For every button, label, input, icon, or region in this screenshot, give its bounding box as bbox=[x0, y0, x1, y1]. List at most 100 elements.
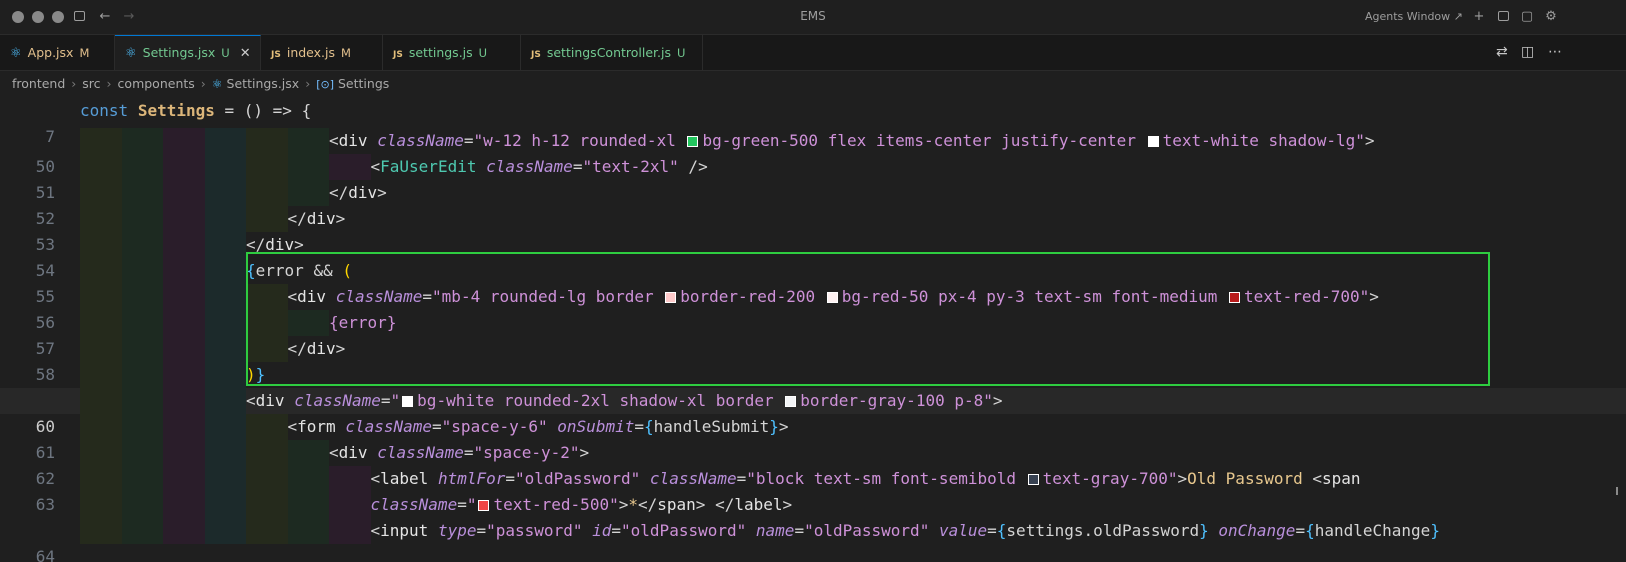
code-line: 51 <FaUserEdit className="text-2xl" /> bbox=[0, 154, 1626, 202]
color-swatch[interactable] bbox=[687, 136, 699, 147]
string: oldPassword bbox=[813, 521, 920, 540]
variable: handleChange bbox=[1314, 521, 1431, 540]
untracked-badge: U bbox=[221, 46, 230, 60]
string: text-gray-700 bbox=[1042, 469, 1168, 488]
js-icon: JS bbox=[271, 50, 281, 60]
tab-settings-js[interactable]: JS settings.js U bbox=[383, 35, 521, 70]
tab-index-js[interactable]: JS index.js M bbox=[261, 35, 383, 70]
color-swatch[interactable] bbox=[1147, 136, 1159, 147]
attr-name: className bbox=[486, 157, 573, 176]
code-line: 57 {error} bbox=[0, 310, 1626, 358]
attr-name: className bbox=[649, 469, 737, 488]
close-icon[interactable]: ✕ bbox=[240, 46, 251, 61]
layout-button[interactable] bbox=[1494, 8, 1512, 26]
chevron-right-icon: › bbox=[106, 76, 112, 91]
code-line: 61 <form className="space-y-6" onSubmit=… bbox=[0, 414, 1626, 462]
open-changes-button[interactable]: ⇄ bbox=[1496, 35, 1508, 70]
split-editor-icon: ◫ bbox=[1521, 44, 1535, 60]
more-icon: ⋯ bbox=[1548, 44, 1562, 60]
tag-name: span bbox=[657, 495, 696, 514]
string: space-y-2 bbox=[483, 443, 570, 462]
split-editor-button[interactable]: ◫ bbox=[1521, 35, 1534, 70]
string: bg-white rounded-2xl shadow-xl border bbox=[417, 391, 784, 410]
settings-button[interactable]: ⚙ bbox=[1542, 8, 1560, 26]
attr-name: id bbox=[592, 521, 612, 540]
code-line: 52 </div> bbox=[0, 180, 1626, 228]
git-compare-icon: ⇄ bbox=[1496, 44, 1508, 60]
agents-window-link[interactable]: Agents Window ↗ bbox=[1365, 10, 1463, 23]
operator: && bbox=[303, 261, 343, 280]
title-bar: ← → EMS Agents Window ↗ + ▢ ⚙ bbox=[0, 0, 1626, 35]
layout-icon bbox=[1497, 11, 1509, 21]
color-swatch[interactable] bbox=[478, 500, 490, 511]
string: text-2xl bbox=[592, 157, 670, 176]
color-swatch[interactable] bbox=[785, 396, 797, 407]
modified-badge: M bbox=[341, 46, 351, 60]
breadcrumb-item[interactable]: src bbox=[82, 76, 100, 91]
code-line: 64 <input type="password" id="oldPasswor… bbox=[0, 518, 1626, 562]
scrollbar-marker[interactable] bbox=[1616, 487, 1618, 495]
identifier: Settings bbox=[137, 101, 215, 120]
attr-name: className bbox=[335, 287, 423, 306]
chat-button[interactable]: ▢ bbox=[1518, 8, 1536, 26]
chevron-right-icon: › bbox=[305, 76, 311, 91]
attr-name: className bbox=[345, 417, 433, 436]
tag-name: div bbox=[348, 183, 378, 202]
more-actions-button[interactable]: ⋯ bbox=[1548, 35, 1562, 70]
variable: error bbox=[255, 261, 304, 280]
modified-badge: M bbox=[79, 46, 90, 60]
variable: handleSubmit bbox=[653, 417, 770, 436]
attr-name: value bbox=[938, 521, 988, 540]
tag-name: input bbox=[380, 521, 429, 540]
breadcrumb: frontend › src › components › ⚛ Settings.jsx › [⊙… bbox=[0, 71, 1626, 97]
color-swatch[interactable] bbox=[826, 292, 838, 303]
string: border-red-200 bbox=[680, 287, 825, 306]
new-button[interactable]: + bbox=[1470, 8, 1488, 26]
breadcrumb-item[interactable]: Settings bbox=[338, 76, 389, 91]
tag-name: div bbox=[338, 443, 368, 462]
string: text-white shadow-lg bbox=[1162, 131, 1356, 150]
tag-name: label bbox=[734, 495, 783, 514]
line-number: 64 bbox=[35, 547, 55, 562]
tab-settings-jsx[interactable]: ⚛ Settings.jsx U ✕ bbox=[115, 35, 261, 70]
chat-icon: ▢ bbox=[1520, 9, 1534, 24]
string: password bbox=[495, 521, 573, 540]
color-swatch[interactable] bbox=[402, 396, 414, 407]
agents-window-label: Agents Window bbox=[1365, 10, 1451, 23]
color-swatch[interactable] bbox=[1027, 474, 1039, 485]
color-swatch[interactable] bbox=[1229, 292, 1241, 303]
tab-app-jsx[interactable]: ⚛ App.jsx M bbox=[0, 35, 115, 70]
string: text-red-700 bbox=[1244, 287, 1360, 306]
tab-label: App.jsx bbox=[27, 45, 74, 60]
jsx-text: * bbox=[628, 495, 638, 514]
string: bg-green-500 flex items-center justify-c… bbox=[702, 131, 1146, 150]
breadcrumb-item[interactable]: Settings.jsx bbox=[227, 76, 300, 91]
breadcrumb-item[interactable]: frontend bbox=[12, 76, 65, 91]
color-swatch[interactable] bbox=[665, 292, 677, 303]
tab-settings-controller-js[interactable]: JS settingsController.js U bbox=[521, 35, 703, 70]
attr-name: className bbox=[377, 131, 464, 150]
code-text: = () => { bbox=[214, 101, 312, 120]
string: border-gray-100 p-8 bbox=[800, 391, 984, 410]
tag-name: div bbox=[297, 287, 327, 306]
variable: oldPassword bbox=[1093, 521, 1200, 540]
tag-name: div bbox=[338, 131, 368, 150]
code-line: 62 <div className="space-y-2"> bbox=[0, 440, 1626, 488]
code-line: 50 <div className="w-12 h-12 rounded-xl … bbox=[0, 128, 1626, 176]
tag-name: div bbox=[306, 339, 336, 358]
code-line: 56 <div className="mb-4 rounded-lg borde… bbox=[0, 284, 1626, 332]
code-line: 59 )} bbox=[0, 362, 1626, 410]
string: oldPassword bbox=[524, 469, 631, 488]
string: w-12 h-12 rounded-xl bbox=[483, 131, 686, 150]
attr-name: className bbox=[294, 391, 381, 410]
untracked-badge: U bbox=[478, 46, 488, 60]
breadcrumb-item[interactable]: components bbox=[118, 76, 195, 91]
code-editor[interactable]: 7 const Settings = () => { 50 <div class… bbox=[0, 97, 1626, 562]
tag-name: div bbox=[255, 391, 285, 410]
code-line: 7 const Settings = () => { bbox=[0, 98, 1626, 146]
external-link-icon: ↗ bbox=[1453, 10, 1463, 23]
symbol-variable-icon: [⊙] bbox=[316, 78, 334, 91]
chevron-right-icon: › bbox=[71, 76, 77, 91]
js-icon: JS bbox=[531, 50, 541, 60]
attr-name: className bbox=[370, 495, 458, 514]
